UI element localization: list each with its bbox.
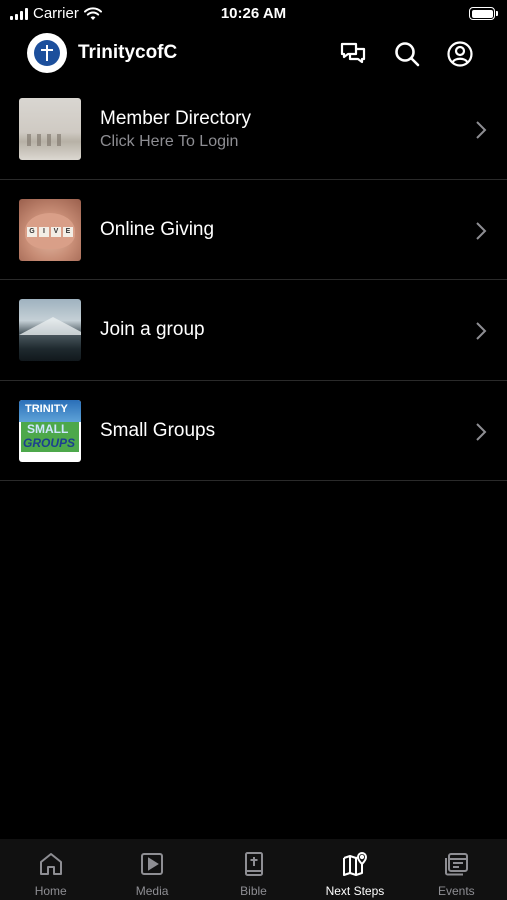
list-item-online-giving[interactable]: GIVE Online Giving [0,180,507,280]
church-logo[interactable] [27,33,67,73]
chevron-right-icon [476,221,487,240]
home-icon [39,853,62,875]
tab-media[interactable]: Media [101,839,202,900]
tab-next-steps[interactable]: Next Steps [304,839,405,900]
list-item-member-directory[interactable]: Member Directory Click Here To Login [0,79,507,180]
next-steps-list: Member Directory Click Here To Login GIV… [0,79,507,481]
list-item-small-groups[interactable]: TRINITY SMALL GROUPS Small Groups [0,381,507,481]
tab-events[interactable]: Events [406,839,507,900]
online-giving-thumbnail: GIVE [19,198,81,261]
bible-icon [244,852,263,876]
list-item-title: Member Directory [100,107,251,129]
list-item-title: Small Groups [100,419,216,441]
small-groups-thumbnail: TRINITY SMALL GROUPS [19,399,81,462]
list-item-join-group[interactable]: Join a group [0,280,507,381]
tab-bar: Home Media Bible Next Steps Events [0,839,507,900]
media-icon [141,853,164,875]
battery-icon [469,7,498,20]
chat-icon[interactable] [339,40,367,68]
app-header: TrinitycofC [0,30,507,76]
list-item-subtitle: Click Here To Login [100,132,239,150]
map-icon [342,852,367,876]
tab-bible[interactable]: Bible [203,839,304,900]
tab-label: Bible [240,884,267,898]
list-item-title: Online Giving [100,218,215,240]
join-group-thumbnail [19,299,81,361]
search-icon[interactable] [393,40,421,68]
tab-label: Next Steps [325,884,385,898]
list-item-title: Join a group [100,319,205,340]
tab-label: Events [437,884,475,898]
profile-icon[interactable] [446,40,474,68]
status-time: 10:26 AM [220,5,287,22]
tab-label: Media [135,884,169,898]
tab-label: Home [34,884,67,898]
status-bar: Carrier 10:26 AM [0,0,507,28]
chevron-right-icon [476,422,487,441]
chevron-right-icon [476,121,487,139]
events-icon [445,853,469,876]
member-directory-thumbnail [19,98,81,160]
app-title: TrinitycofC [78,42,178,63]
chevron-right-icon [476,322,487,340]
tab-home[interactable]: Home [0,839,101,900]
